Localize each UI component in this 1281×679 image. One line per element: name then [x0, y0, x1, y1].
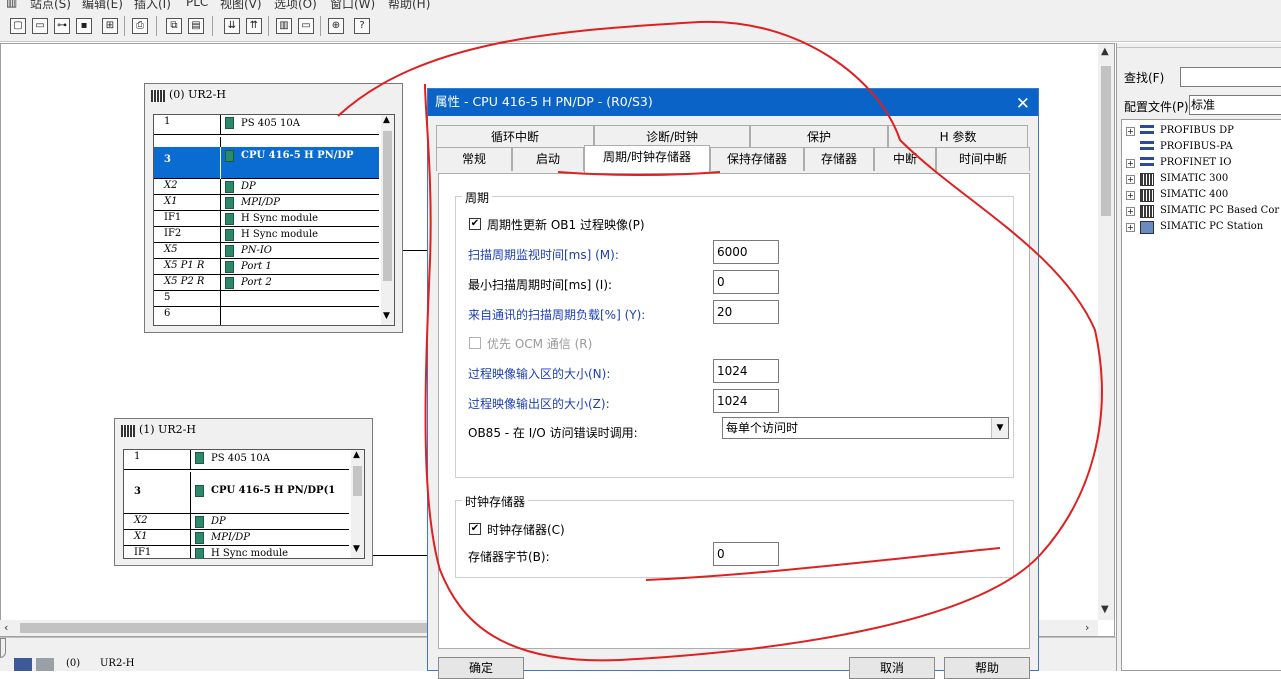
annotation-circle — [337, 20, 1103, 662]
annotation-underline-tab — [557, 171, 721, 176]
annotation-underline-field — [645, 547, 1001, 581]
annotation-overlay — [337, 20, 1103, 662]
